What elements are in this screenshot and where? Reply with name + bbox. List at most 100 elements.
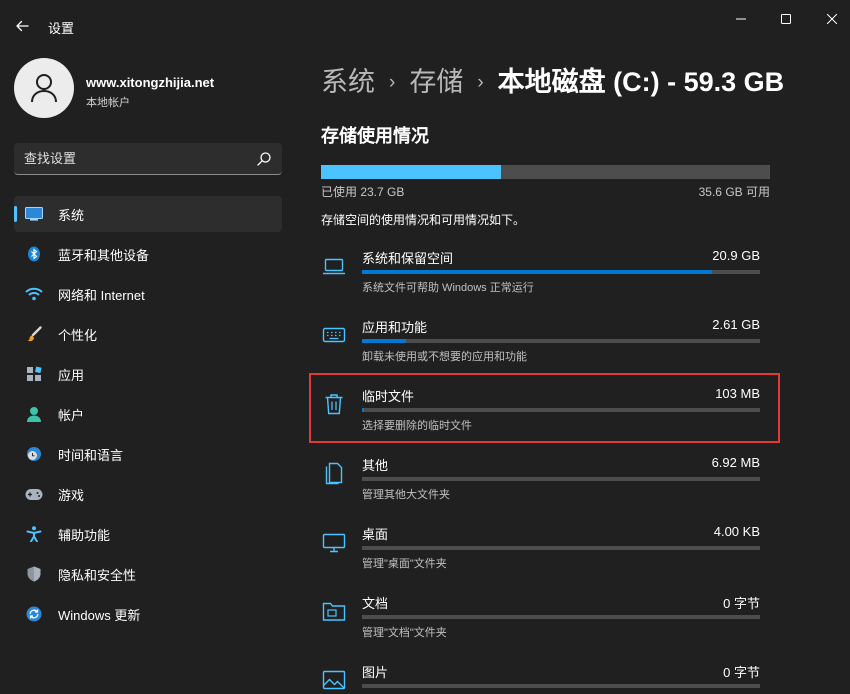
- minimize-icon: [736, 14, 746, 24]
- highlight-box: [309, 373, 780, 443]
- monitor-icon: [322, 530, 346, 554]
- category-description: 管理"桌面"文件夹: [362, 555, 447, 571]
- minimize-button[interactable]: [731, 10, 751, 28]
- user-profile[interactable]: www.xitongzhijia.net 本地帐户: [14, 58, 284, 120]
- storage-usage-fill: [321, 165, 501, 179]
- app-title: 设置: [48, 18, 74, 37]
- sidebar-item-label: 蓝牙和其他设备: [58, 245, 149, 264]
- free-space-label: 35.6 GB 可用: [600, 183, 770, 200]
- category-usage-bar: [362, 684, 760, 688]
- category-apps-features[interactable]: 应用和功能 2.61 GB 卸载未使用或不想要的应用和功能: [310, 309, 778, 377]
- sidebar-item-label: 帐户: [58, 405, 84, 424]
- breadcrumb-storage[interactable]: 存储: [409, 67, 463, 97]
- maximize-button[interactable]: [776, 10, 796, 28]
- user-avatar-icon: [30, 73, 58, 103]
- category-documents[interactable]: 文档 0 字节 管理"文档"文件夹: [310, 585, 778, 653]
- sidebar-item-label: 游戏: [58, 485, 84, 504]
- folder-icon: [322, 599, 346, 623]
- category-size: 20.9 GB: [712, 248, 760, 263]
- sidebar-item-privacy[interactable]: 隐私和安全性: [14, 556, 282, 592]
- close-icon: [827, 14, 837, 24]
- category-name: 其他: [362, 455, 388, 474]
- sidebar-item-label: 个性化: [58, 325, 97, 344]
- category-name: 文档: [362, 593, 388, 612]
- search-input[interactable]: [24, 143, 244, 174]
- accessibility-icon: [25, 526, 43, 542]
- category-usage-fill: [362, 270, 712, 274]
- sidebar-item-label: 应用: [58, 365, 84, 384]
- category-size: 2.61 GB: [712, 317, 760, 332]
- shield-icon: [25, 566, 43, 582]
- sidebar-item-windows-update[interactable]: Windows 更新: [14, 596, 282, 632]
- category-size: 4.00 KB: [714, 524, 760, 539]
- sidebar-item-label: 辅助功能: [58, 525, 110, 544]
- category-usage-fill: [362, 339, 406, 343]
- category-usage-bar: [362, 270, 760, 274]
- sidebar-item-accessibility[interactable]: 辅助功能: [14, 516, 282, 552]
- picture-icon: [322, 668, 346, 692]
- category-description: 管理"文档"文件夹: [362, 624, 447, 640]
- sidebar-item-bluetooth[interactable]: 蓝牙和其他设备: [14, 236, 282, 272]
- search-box[interactable]: [14, 143, 282, 175]
- category-usage-bar: [362, 546, 760, 550]
- breadcrumb-separator: ›: [389, 72, 395, 93]
- category-name: 系统和保留空间: [362, 248, 453, 267]
- back-arrow-icon: [15, 19, 29, 33]
- category-desktop[interactable]: 桌面 4.00 KB 管理"桌面"文件夹: [310, 516, 778, 584]
- section-title: 存储使用情况: [321, 122, 429, 148]
- breadcrumb-system[interactable]: 系统: [321, 67, 375, 97]
- breadcrumb-separator: ›: [477, 72, 483, 93]
- search-icon[interactable]: [256, 151, 272, 167]
- category-usage-bar: [362, 477, 760, 481]
- storage-usage-bar: [321, 165, 770, 179]
- sidebar-item-personalization[interactable]: 个性化: [14, 316, 282, 352]
- document-icon: [322, 461, 346, 485]
- sidebar-item-label: 时间和语言: [58, 445, 123, 464]
- sidebar-item-label: 系统: [58, 205, 84, 224]
- sidebar-nav: 系统 蓝牙和其他设备 网络和 Internet 个性化 应用 帐户 时间和语: [14, 196, 282, 636]
- category-usage-bar: [362, 615, 760, 619]
- sidebar-item-label: 网络和 Internet: [58, 285, 145, 304]
- wifi-icon: [25, 286, 43, 302]
- sidebar-item-time-language[interactable]: 时间和语言: [14, 436, 282, 472]
- sidebar-item-accounts[interactable]: 帐户: [14, 396, 282, 432]
- profile-name: www.xitongzhijia.net: [86, 75, 214, 90]
- clock-globe-icon: [25, 446, 43, 462]
- category-system-reserved[interactable]: 系统和保留空间 20.9 GB 系统文件可帮助 Windows 正常运行: [310, 240, 778, 308]
- bluetooth-icon: [25, 246, 43, 262]
- category-name: 应用和功能: [362, 317, 427, 336]
- category-size: 0 字节: [723, 662, 760, 681]
- category-description: 管理其他大文件夹: [362, 486, 450, 502]
- gamepad-icon: [25, 486, 43, 502]
- keyboard-icon: [322, 323, 346, 347]
- category-size: 6.92 MB: [712, 455, 760, 470]
- brush-icon: [25, 326, 43, 342]
- category-description: 卸载未使用或不想要的应用和功能: [362, 348, 527, 364]
- breadcrumb: 系统 › 存储 › 本地磁盘 (C:) - 59.3 GB: [321, 60, 784, 99]
- sidebar-item-gaming[interactable]: 游戏: [14, 476, 282, 512]
- avatar[interactable]: [14, 58, 74, 118]
- used-space-label: 已使用 23.7 GB: [321, 183, 404, 200]
- account-type: 本地帐户: [86, 94, 130, 110]
- category-usage-bar: [362, 339, 760, 343]
- category-name: 图片: [362, 662, 388, 681]
- system-icon: [25, 206, 43, 222]
- category-description: 系统文件可帮助 Windows 正常运行: [362, 279, 534, 295]
- sidebar-item-apps[interactable]: 应用: [14, 356, 282, 392]
- sidebar-item-network[interactable]: 网络和 Internet: [14, 276, 282, 312]
- apps-icon: [25, 366, 43, 382]
- account-icon: [25, 406, 43, 422]
- update-icon: [25, 606, 43, 622]
- title-bar: 设置: [0, 0, 850, 52]
- close-button[interactable]: [822, 10, 842, 28]
- storage-description: 存储空间的使用情况和可用情况如下。: [321, 211, 525, 228]
- sidebar-item-system[interactable]: 系统: [14, 196, 282, 232]
- page-title: 本地磁盘 (C:) - 59.3 GB: [498, 67, 785, 97]
- maximize-icon: [781, 14, 791, 24]
- category-name: 桌面: [362, 524, 388, 543]
- back-button[interactable]: [10, 14, 34, 38]
- category-other[interactable]: 其他 6.92 MB 管理其他大文件夹: [310, 447, 778, 515]
- sidebar-item-label: Windows 更新: [58, 605, 140, 624]
- category-pictures[interactable]: 图片 0 字节: [310, 654, 778, 694]
- sidebar-item-label: 隐私和安全性: [58, 565, 136, 584]
